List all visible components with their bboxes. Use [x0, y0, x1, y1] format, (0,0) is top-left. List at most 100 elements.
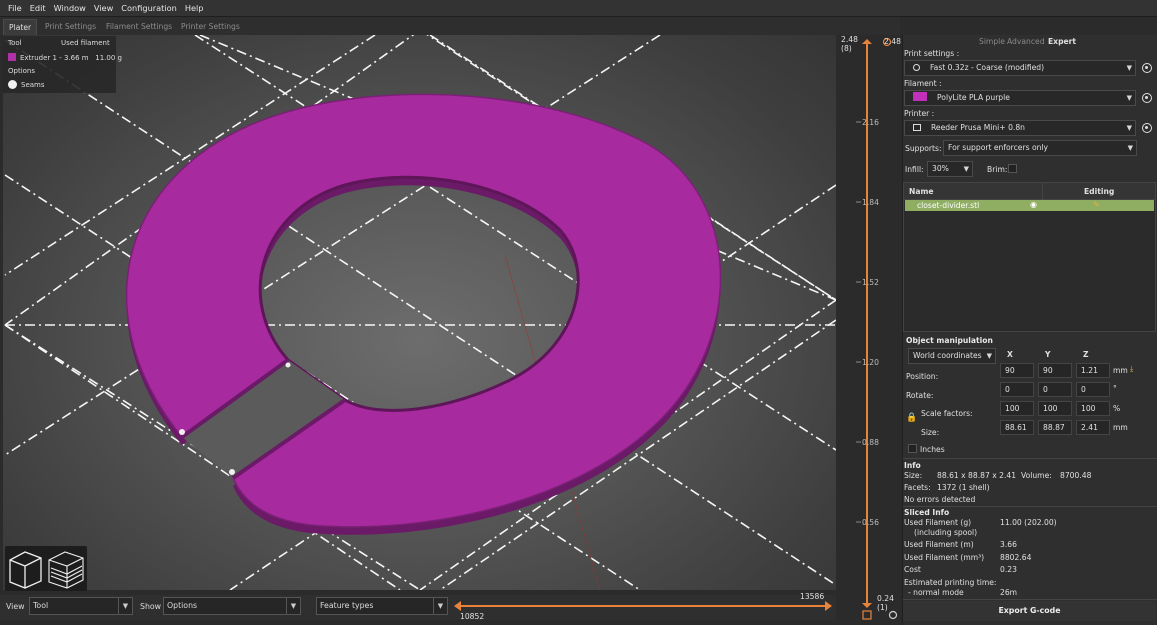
3d-view-icon[interactable] [9, 551, 42, 589]
hslider-upper-thumb[interactable] [825, 601, 832, 611]
printer-select[interactable]: Reeder Prusa Mini+ 0.8n ▼ [904, 120, 1136, 136]
menu-configuration[interactable]: Configuration [117, 0, 181, 17]
show-options-select[interactable]: Options ▼ [163, 597, 301, 615]
mode-expert[interactable]: Expert [1048, 37, 1076, 46]
sliced-length-label: Used Filament (m) [904, 540, 974, 549]
view-type-select[interactable]: Tool ▼ [29, 597, 133, 615]
sliced-cost-label: Cost [904, 565, 921, 574]
seam-marker [179, 429, 185, 435]
vslider-upper-thumb[interactable] [862, 39, 872, 44]
chevron-down-icon: ▼ [1126, 94, 1132, 102]
position-label: Position: [906, 372, 939, 381]
rotate-y-input[interactable]: 0 [1038, 382, 1072, 397]
position-z-input[interactable]: 1.21 [1076, 363, 1110, 378]
sliced-time-value: 26m [1000, 588, 1018, 597]
filament-select[interactable]: PolyLite PLA purple ▼ [904, 90, 1136, 106]
sidebar: Simple Advanced Expert Print settings : … [902, 35, 1157, 625]
vslider-tick-label: 1.84 [862, 198, 879, 207]
inches-label: Inches [920, 445, 945, 454]
mode-advanced[interactable]: Advanced [1007, 37, 1045, 46]
sliced-weight-value: 11.00 (202.00) [1000, 518, 1057, 527]
chevron-down-icon: ▼ [118, 598, 132, 614]
filament-value: PolyLite PLA purple [937, 93, 1010, 102]
menu-help[interactable]: Help [181, 0, 208, 17]
position-y-input[interactable]: 90 [1038, 363, 1072, 378]
lock-icon[interactable]: 🔒 [906, 413, 917, 423]
eye-icon[interactable]: ◉ [1030, 200, 1037, 209]
rotate-x-input[interactable]: 0 [1000, 382, 1034, 397]
axis-z-label: Z [1083, 350, 1089, 359]
hslider-lower-thumb[interactable] [454, 601, 461, 611]
tab-print-settings[interactable]: Print Settings [40, 19, 101, 35]
vslider-top-value-right: 2.48 [884, 37, 901, 46]
infill-label: Infill: [905, 165, 924, 174]
seam-dot-icon [8, 80, 17, 89]
drop-to-bed-icon[interactable]: ⤓ [1130, 364, 1133, 374]
menu-file[interactable]: File [0, 0, 26, 17]
print-settings-select[interactable]: Fast 0.32z - Coarse (modified) ▼ [904, 60, 1136, 76]
vslider-lower-thumb[interactable] [862, 603, 872, 608]
scale-label: Scale factors: [921, 409, 973, 418]
rotate-z-input[interactable]: 0 [1076, 382, 1110, 397]
menu-bar: File Edit Window View Configuration Help [0, 0, 1157, 17]
chevron-down-icon: ▼ [1127, 144, 1133, 152]
tab-printer-settings[interactable]: Printer Settings [176, 19, 245, 35]
hslider-lower-value: 10852 [460, 612, 485, 621]
print-settings-icon [913, 64, 920, 71]
size-z-input[interactable]: 2.41 [1076, 420, 1110, 435]
coordinate-system-select[interactable]: World coordinates ▼ [908, 348, 996, 364]
chevron-down-icon: ▼ [286, 598, 300, 614]
tab-plater[interactable]: Plater [3, 19, 38, 35]
divider [903, 599, 1157, 600]
scale-z-input[interactable]: 100 [1076, 401, 1110, 416]
extruder-weight: 11.00 g [95, 54, 122, 62]
info-facets-label: Facets: [904, 483, 931, 492]
supports-value: For support enforcers only [948, 143, 1049, 152]
lock-icon[interactable] [862, 610, 872, 620]
position-x-input[interactable]: 90 [1000, 363, 1034, 378]
print-settings-label: Print settings : [904, 49, 960, 58]
divider [903, 506, 1157, 507]
view-toggle[interactable] [5, 546, 87, 591]
printer-gear-icon[interactable] [1142, 123, 1152, 133]
size-label: Size: [921, 428, 940, 437]
object-list-header: Name Editing [904, 183, 1155, 200]
3d-viewport[interactable] [3, 35, 836, 590]
info-volume-label: Volume: [1021, 471, 1052, 480]
vslider-tick-label: 1.20 [862, 358, 879, 367]
menu-window[interactable]: Window [50, 0, 90, 17]
export-gcode-button[interactable]: Export G-code [903, 601, 1156, 621]
scale-x-input[interactable]: 100 [1000, 401, 1034, 416]
scale-y-input[interactable]: 100 [1038, 401, 1072, 416]
horizontal-move-slider[interactable]: 13586 10852 [452, 591, 834, 625]
filament-label: Filament : [904, 79, 942, 88]
size-y-input[interactable]: 88.87 [1038, 420, 1072, 435]
size-x-input[interactable]: 88.61 [1000, 420, 1034, 435]
legend-col-used: Used filament [61, 39, 110, 47]
divider [903, 458, 1157, 459]
object-row[interactable]: closet-divider.stl ◉ ✎ [905, 200, 1154, 211]
print-settings-gear-icon[interactable] [1142, 63, 1152, 73]
inches-checkbox[interactable] [908, 444, 917, 453]
supports-select[interactable]: For support enforcers only ▼ [943, 140, 1137, 156]
brim-checkbox[interactable] [1008, 164, 1017, 173]
vslider-tick-label: 2.16 [862, 118, 879, 127]
edit-icon[interactable]: ✎ [1093, 200, 1100, 209]
tab-filament-settings[interactable]: Filament Settings [101, 19, 177, 35]
mode-simple[interactable]: Simple [979, 37, 1005, 46]
menu-edit[interactable]: Edit [26, 0, 50, 17]
settings-cog-icon[interactable] [888, 610, 898, 620]
hslider-track [454, 601, 832, 611]
feature-types-select[interactable]: Feature types ▼ [316, 597, 448, 615]
layers-view-icon[interactable] [48, 551, 84, 589]
print-settings-value: Fast 0.32z - Coarse (modified) [930, 63, 1045, 72]
vertical-layer-slider[interactable]: 2.48 (8) 2.48 2.16 1.84 1.52 1.20 0.88 0… [836, 35, 902, 625]
scale-unit: % [1113, 404, 1121, 413]
vslider-bottom-layer: (1) [877, 603, 888, 612]
show-options-value: Options [167, 601, 198, 610]
infill-select[interactable]: 30% ▼ [927, 161, 973, 177]
filament-gear-icon[interactable] [1142, 93, 1152, 103]
coordinate-system-value: World coordinates [913, 351, 982, 360]
info-facets-value: 1372 (1 shell) [937, 483, 990, 492]
menu-view[interactable]: View [90, 0, 117, 17]
